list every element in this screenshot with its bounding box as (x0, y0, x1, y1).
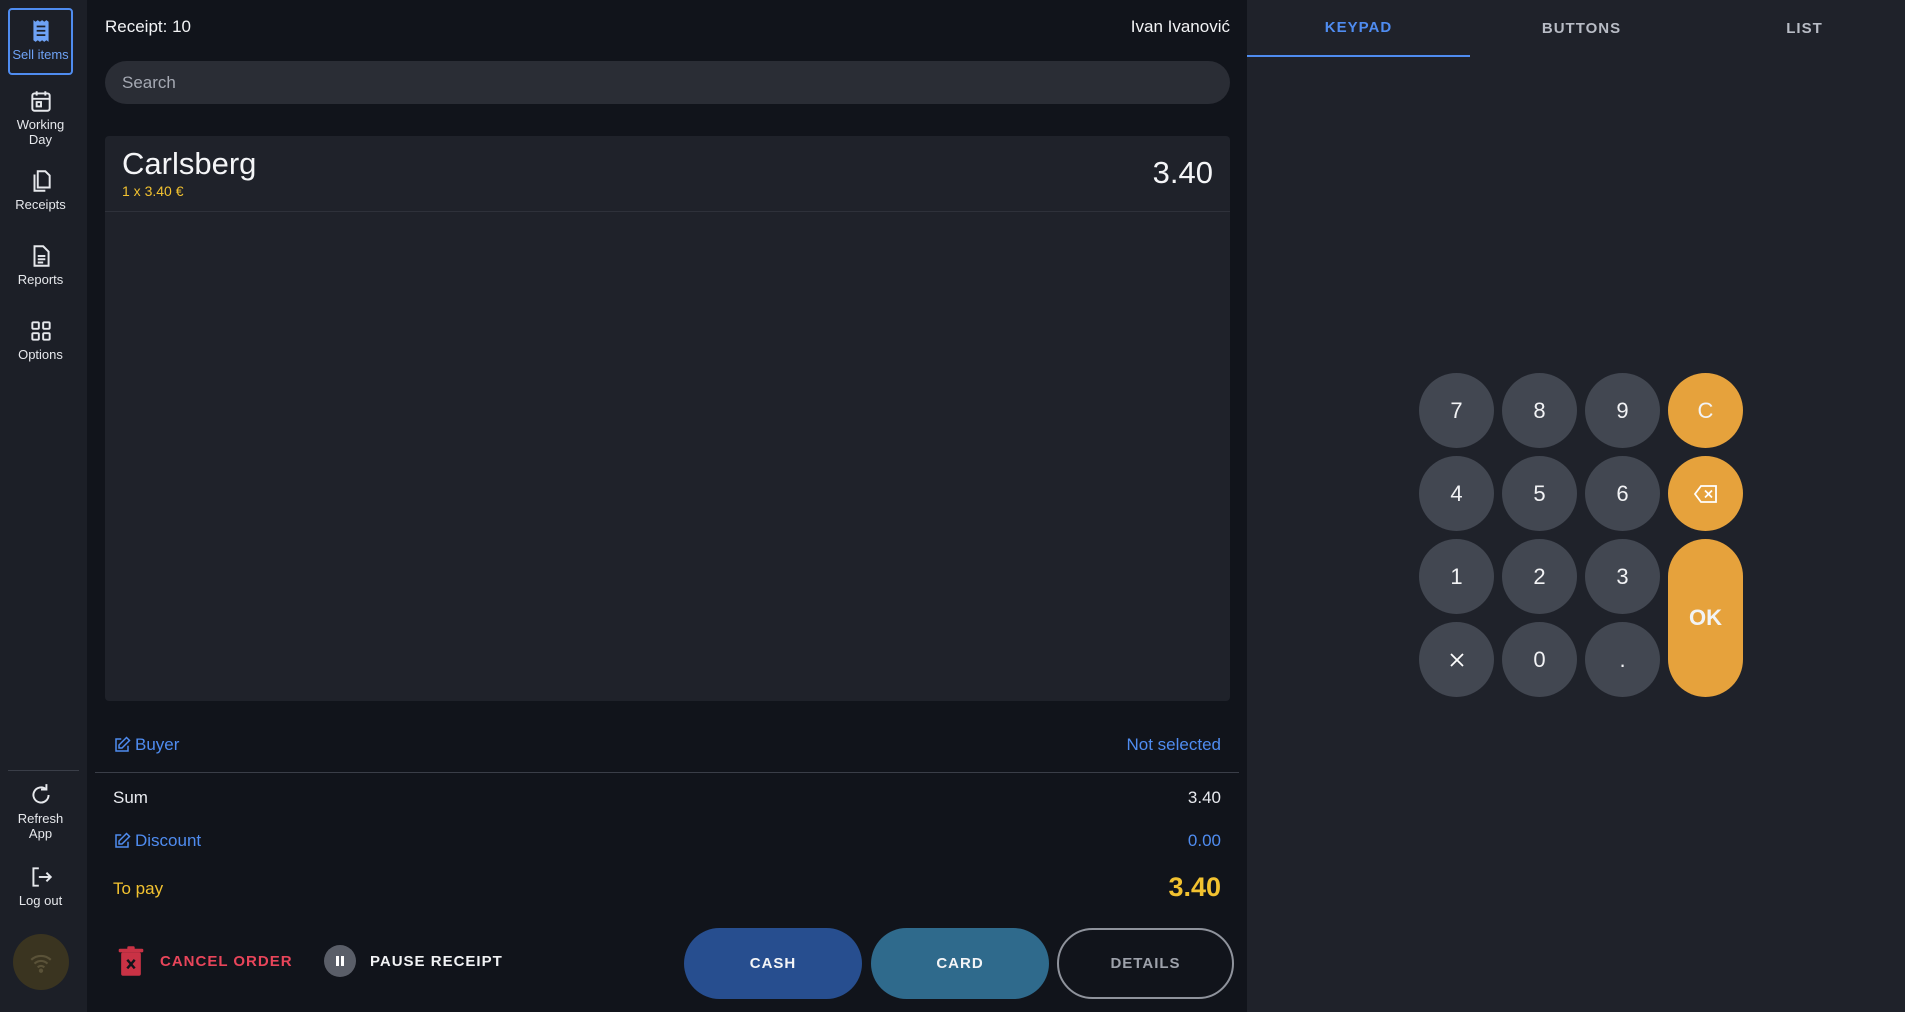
logout-icon (31, 867, 52, 887)
sidebar-divider (8, 770, 79, 771)
cash-button[interactable]: CASH (684, 928, 862, 999)
topay-label: To pay (113, 879, 164, 898)
pos-screen: Sell items Working Day Receipts Reports … (0, 0, 1905, 1012)
tab-list[interactable]: LIST (1693, 0, 1905, 57)
key-backspace[interactable] (1668, 456, 1743, 531)
sidebar-item-sell-items[interactable]: Sell items (8, 8, 73, 75)
sidebar-item-label: Reports (17, 272, 64, 287)
cancel-order-label: CANCEL ORDER (160, 952, 293, 970)
sidebar-item-label: Options (18, 347, 63, 362)
calendar-icon (30, 91, 51, 112)
receipt-items-list: Carlsberg 1 x 3.40 € 3.40 (105, 136, 1230, 701)
summary-divider (95, 772, 1239, 773)
sidebar: Sell items Working Day Receipts Reports … (0, 0, 87, 1012)
discount-value: 0.00 (1187, 831, 1221, 850)
key-2[interactable]: 2 (1502, 539, 1577, 614)
buyer-label: Buyer (135, 735, 180, 754)
pause-receipt-button[interactable]: PAUSE RECEIPT (324, 945, 503, 977)
item-quantity: 1 x 3.40 € (122, 183, 184, 199)
backspace-icon (1693, 484, 1717, 503)
discount-label: Discount (135, 831, 202, 850)
sidebar-item-log-out[interactable]: Log out (8, 864, 73, 908)
receipt-icon (32, 20, 49, 42)
key-multiply[interactable] (1419, 622, 1494, 697)
list-item[interactable]: Carlsberg 1 x 3.40 € 3.40 (105, 136, 1230, 212)
receipt-panel: Receipt: 10 Ivan Ivanović Carlsberg 1 x … (87, 0, 1247, 1012)
sidebar-item-label: Working Day (16, 117, 65, 147)
topay-value: 3.40 (1168, 872, 1221, 902)
key-3[interactable]: 3 (1585, 539, 1660, 614)
edit-icon (115, 832, 131, 848)
item-name: Carlsberg (122, 146, 257, 181)
sum-label: Sum (113, 788, 148, 807)
buyer-button[interactable]: Buyer (113, 735, 179, 755)
details-button[interactable]: DETAILS (1057, 928, 1234, 999)
wifi-icon (30, 954, 52, 973)
tab-buttons[interactable]: BUTTONS (1470, 0, 1693, 57)
report-icon (33, 245, 50, 267)
discount-button[interactable]: Discount (113, 831, 201, 851)
refresh-icon (32, 784, 50, 804)
key-0[interactable]: 0 (1502, 622, 1577, 697)
receipt-number: Receipt: 10 (105, 17, 191, 36)
sidebar-item-working-day[interactable]: Working Day (8, 88, 73, 147)
buyer-value[interactable]: Not selected (1127, 735, 1222, 755)
key-4[interactable]: 4 (1419, 456, 1494, 531)
trash-icon (118, 946, 144, 976)
key-decimal[interactable]: . (1585, 622, 1660, 697)
sidebar-item-label: Receipts (15, 197, 66, 212)
key-5[interactable]: 5 (1502, 456, 1577, 531)
sidebar-item-label: Refresh App (17, 811, 64, 841)
documents-icon (33, 170, 51, 192)
sidebar-item-reports[interactable]: Reports (8, 243, 73, 287)
user-name: Ivan Ivanović (1130, 17, 1230, 36)
pause-receipt-label: PAUSE RECEIPT (370, 952, 503, 970)
key-1[interactable]: 1 (1419, 539, 1494, 614)
card-button[interactable]: CARD (871, 928, 1049, 999)
key-9[interactable]: 9 (1585, 373, 1660, 448)
key-ok[interactable]: OK (1668, 539, 1743, 697)
key-clear[interactable]: C (1668, 373, 1743, 448)
key-6[interactable]: 6 (1585, 456, 1660, 531)
pause-icon (324, 945, 356, 977)
search-input[interactable] (105, 61, 1230, 104)
edit-icon (115, 736, 131, 752)
sidebar-item-options[interactable]: Options (8, 318, 73, 362)
grid-icon (30, 321, 51, 341)
sum-value: 3.40 (1187, 788, 1221, 807)
cancel-order-button[interactable]: CANCEL ORDER (116, 945, 293, 977)
sidebar-item-label: Log out (18, 893, 63, 908)
input-panel: KEYPAD BUTTONS LIST 7 8 9 C 4 5 6 1 2 3 … (1247, 0, 1905, 1012)
key-7[interactable]: 7 (1419, 373, 1494, 448)
tab-keypad[interactable]: KEYPAD (1247, 0, 1470, 57)
item-total: 3.40 (1152, 155, 1213, 190)
multiply-icon (1449, 652, 1464, 667)
sidebar-item-receipts[interactable]: Receipts (8, 168, 73, 212)
connection-status[interactable] (13, 934, 69, 990)
sidebar-item-label: Sell items (12, 47, 69, 62)
key-8[interactable]: 8 (1502, 373, 1577, 448)
sidebar-item-refresh-app[interactable]: Refresh App (8, 782, 73, 841)
